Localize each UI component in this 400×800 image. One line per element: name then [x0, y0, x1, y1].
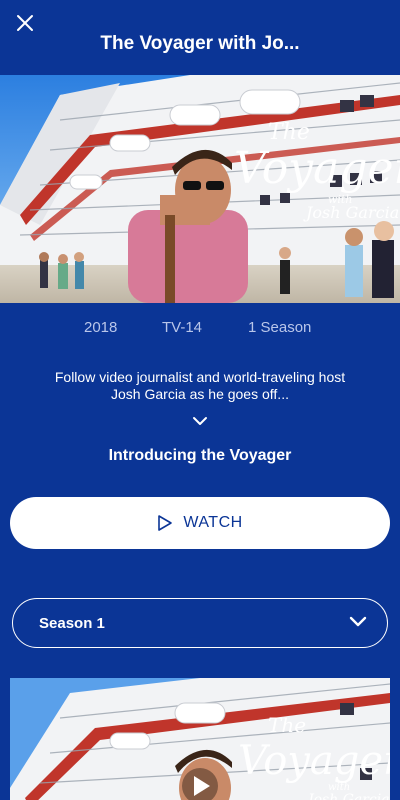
year-label: 2018 [84, 319, 118, 336]
rating-label: TV-14 [162, 319, 203, 336]
chevron-down-icon [349, 616, 367, 627]
logo-voyager: Voyager [234, 143, 400, 194]
watch-button[interactable]: WATCH [10, 497, 390, 549]
chevron-down-icon[interactable] [190, 414, 210, 428]
thumb-logo-the: The [268, 713, 306, 737]
thumb-logo-voyager: Voyager [238, 738, 390, 784]
close-icon[interactable] [12, 10, 38, 36]
page-title: The Voyager with Jo... [100, 33, 300, 54]
logo-the: The [268, 120, 310, 145]
show-description: Follow video journalist and world-travel… [54, 369, 346, 402]
season-selector[interactable]: Season 1 [12, 598, 388, 648]
logo-josh-garcia: Josh Garcia [303, 203, 399, 222]
hero-image: The Voyager with Josh Garcia [0, 75, 400, 303]
thumb-logo-josh-garcia: Josh Garcia [305, 792, 390, 800]
seasons-label: 1 Season [248, 319, 312, 336]
episode-title: Introducing the Voyager [108, 447, 292, 464]
watch-label: WATCH [183, 514, 243, 531]
season-selected-label: Season 1 [39, 615, 105, 632]
header: The Voyager with Jo... [0, 0, 400, 75]
play-icon [158, 515, 173, 531]
show-meta: 2018 TV-14 1 Season [0, 319, 400, 339]
episode-thumbnail[interactable]: The Voyager with Josh Garcia [10, 678, 390, 800]
